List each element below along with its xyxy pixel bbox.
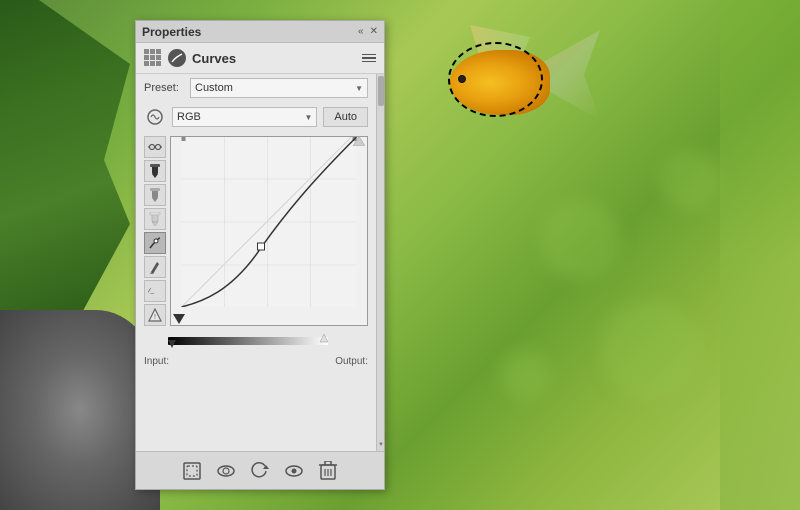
channel-adjust-icon (144, 106, 166, 128)
warning-tool[interactable]: ! (144, 304, 166, 326)
panel-scrollable: Preset: Custom ▼ RGB ▼ (136, 74, 384, 451)
toggle-visibility-button[interactable] (282, 459, 306, 483)
section-title: Curves (192, 51, 236, 66)
panel-titlebar: Properties « ✕ (136, 21, 384, 43)
svg-text:!: ! (154, 314, 156, 321)
smooth-tool[interactable]: ∕₋ (144, 280, 166, 302)
input-label: Input: (144, 356, 169, 367)
gradient-slider (168, 334, 328, 348)
eye-icon (284, 463, 304, 479)
view-icon (216, 463, 236, 479)
white-point-marker (353, 135, 365, 149)
clipping-mask-icon (182, 461, 202, 481)
auto-button[interactable]: Auto (323, 107, 368, 127)
auto-label: Auto (334, 111, 357, 123)
section-header: Curves (136, 43, 384, 74)
output-label: Output: (335, 356, 368, 367)
panel-content: Preset: Custom ▼ RGB ▼ (136, 74, 376, 451)
scrollbar-track[interactable]: ▼ (376, 74, 384, 451)
scrollbar-thumb[interactable] (378, 76, 384, 106)
tools-column: ∕₋ ! (144, 136, 166, 326)
trash-icon (319, 461, 337, 481)
grid-cell (156, 55, 161, 60)
tools-graph-area: ∕₋ ! (136, 136, 376, 326)
white-triangle-icon (353, 136, 365, 146)
grid-cell (150, 61, 155, 66)
reset-icon (251, 462, 269, 480)
grid-cell (144, 49, 149, 54)
grid-cell (150, 49, 155, 54)
select-arrow-icon: ▼ (355, 84, 363, 93)
preset-label: Preset: (144, 82, 184, 94)
channel-row: RGB ▼ Auto (136, 104, 376, 130)
grid-cell (144, 61, 149, 66)
menu-icon[interactable] (362, 54, 376, 63)
pencil-icon (149, 260, 161, 274)
properties-panel: Properties « ✕ Curves (135, 20, 385, 490)
view-previous-button[interactable] (214, 459, 238, 483)
curve-point-icon (148, 236, 162, 250)
channel-arrow-icon: ▼ (304, 113, 312, 122)
green-right (720, 0, 800, 510)
eyedropper-black-icon (149, 164, 161, 178)
close-btn[interactable]: ✕ (370, 26, 378, 37)
warning-icon: ! (148, 308, 162, 322)
black-triangle-icon (173, 314, 185, 324)
preset-value: Custom (195, 82, 233, 94)
curves-icon-svg (170, 51, 184, 65)
selection-marquee (448, 42, 543, 117)
grid-icon (144, 49, 162, 67)
preset-select[interactable]: Custom ▼ (190, 78, 368, 98)
channel-select[interactable]: RGB ▼ (172, 107, 317, 127)
eyedropper-gray-icon (149, 188, 161, 202)
curve-point-tool[interactable] (144, 232, 166, 254)
curves-adjust-tool[interactable] (144, 136, 166, 158)
menu-line (362, 57, 376, 59)
panel-title: Properties (142, 25, 201, 39)
grid-cell (156, 61, 161, 66)
title-controls: « ✕ (358, 26, 378, 37)
menu-line (362, 61, 376, 63)
scroll-arrow-down[interactable]: ▼ (378, 441, 384, 449)
slider-row (136, 332, 376, 348)
channel-icon-svg (146, 108, 164, 126)
clipping-mask-button[interactable] (180, 459, 204, 483)
bottom-toolbar (136, 451, 384, 489)
grid-cell (144, 55, 149, 60)
smooth-icon: ∕₋ (148, 285, 162, 297)
goldfish (420, 20, 600, 150)
channel-value: RGB (177, 111, 201, 123)
grid-cell (150, 55, 155, 60)
svg-text:∕₋: ∕₋ (148, 287, 155, 297)
grid-cell (156, 49, 161, 54)
curves-graph-svg (171, 137, 367, 307)
curves-graph[interactable] (170, 136, 368, 326)
gray-point-eyedropper[interactable] (144, 184, 166, 206)
bokeh-4 (660, 150, 720, 210)
bokeh-2 (500, 350, 550, 400)
adjust-icon (148, 140, 162, 154)
black-point-eyedropper[interactable] (144, 160, 166, 182)
bokeh-1 (540, 200, 620, 280)
io-labels: Input: Output: (136, 354, 376, 369)
pencil-tool[interactable] (144, 256, 166, 278)
eyedropper-white-icon (149, 212, 161, 226)
preset-row: Preset: Custom ▼ (136, 74, 376, 98)
black-point-marker (173, 313, 185, 327)
collapse-btn[interactable]: « (358, 26, 364, 37)
menu-line (362, 54, 376, 56)
white-point-eyedropper[interactable] (144, 208, 166, 230)
bokeh-3 (600, 300, 700, 400)
curves-icon (168, 49, 186, 67)
delete-button[interactable] (316, 459, 340, 483)
reset-button[interactable] (248, 459, 272, 483)
panel-menu[interactable] (362, 54, 376, 63)
